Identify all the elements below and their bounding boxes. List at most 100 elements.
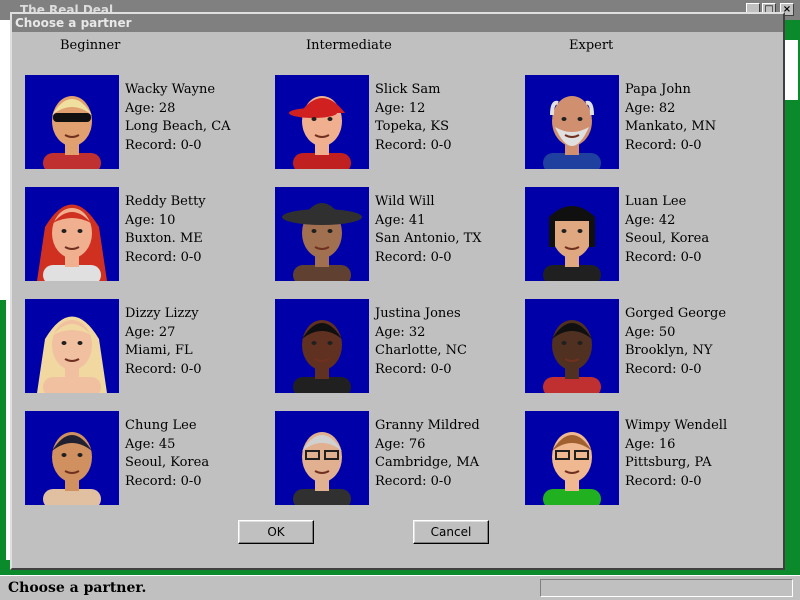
- table-felt-right: [784, 20, 800, 575]
- table-felt-left: [0, 300, 6, 570]
- partner-hometown: Brooklyn, NY: [625, 343, 713, 359]
- partner-portrait[interactable]: [275, 411, 369, 505]
- partner-name: Wild Will: [375, 194, 435, 209]
- partner-hometown: Cambridge, MA: [375, 455, 480, 471]
- partner-portrait[interactable]: [25, 299, 119, 393]
- cancel-button[interactable]: Cancel: [413, 520, 489, 544]
- partner-portrait[interactable]: [25, 187, 119, 281]
- partner-info: Wacky Wayne Age: 28 Long Beach, CA Record: …: [125, 81, 231, 156]
- partner-card[interactable]: Dizzy Lizzy Age: 27 Miami, FL Record: 0-0: [25, 299, 265, 395]
- portrait-image: [293, 432, 351, 505]
- portrait-image: [289, 96, 351, 169]
- partner-card[interactable]: Wacky Wayne Age: 28 Long Beach, CA Record: …: [25, 75, 265, 171]
- partner-age: Age: 76: [375, 436, 426, 452]
- partner-info: Chung Lee Age: 45 Seoul, Korea Record: 0-0: [125, 417, 209, 492]
- choose-partner-dialog: Choose a partner Beginner Intermediate E…: [10, 12, 785, 570]
- portrait-image: [43, 96, 101, 169]
- partner-name: Reddy Betty: [125, 194, 206, 209]
- partner-record: Record: 0-0: [375, 250, 452, 266]
- level-header-beginner: Beginner: [60, 38, 121, 53]
- partner-portrait[interactable]: [275, 299, 369, 393]
- partner-portrait[interactable]: [525, 299, 619, 393]
- partner-card[interactable]: Justina Jones Age: 32 Charlotte, NC Record:…: [275, 299, 515, 395]
- partner-name: Slick Sam: [375, 82, 441, 97]
- partner-record: Record: 0-0: [125, 250, 202, 266]
- portrait-image: [293, 320, 351, 393]
- partner-age: Age: 10: [125, 212, 176, 228]
- partner-name: Justina Jones: [375, 306, 461, 321]
- partner-name: Wacky Wayne: [125, 82, 216, 97]
- partner-record: Record: 0-0: [125, 138, 202, 154]
- partner-age: Age: 12: [375, 100, 426, 116]
- partner-name: Wimpy Wendell: [625, 418, 728, 433]
- partner-name: Dizzy Lizzy: [125, 306, 199, 321]
- partner-info: Papa John Age: 82 Mankato, MN Record: 0-0: [625, 81, 716, 156]
- level-header-expert: Expert: [569, 38, 614, 53]
- portrait-image: [543, 432, 601, 505]
- partner-age: Age: 16: [625, 436, 676, 452]
- partner-info: Wild Will Age: 41 San Antonio, TX Record: 0…: [375, 193, 482, 268]
- partner-age: Age: 41: [375, 212, 426, 228]
- status-panel: [540, 579, 793, 597]
- partner-hometown: Pittsburg, PA: [625, 455, 712, 471]
- partner-hometown: Topeka, KS: [375, 119, 450, 135]
- partner-portrait[interactable]: [275, 187, 369, 281]
- partner-card[interactable]: Wimpy Wendell Age: 16 Pittsburg, PA Record:…: [525, 411, 765, 507]
- partner-name: Papa John: [625, 82, 691, 97]
- partner-hometown: Seoul, Korea: [625, 231, 710, 247]
- partner-hometown: San Antonio, TX: [375, 231, 482, 247]
- partner-info: Luan Lee Age: 42 Seoul, Korea Record: 0-0: [625, 193, 709, 268]
- partner-portrait[interactable]: [525, 187, 619, 281]
- partner-card[interactable]: Wild Will Age: 41 San Antonio, TX Record: 0…: [275, 187, 515, 283]
- partner-card[interactable]: Granny Mildred Age: 76 Cambridge, MA Record…: [275, 411, 515, 507]
- partner-portrait[interactable]: [25, 75, 119, 169]
- status-bar: Choose a partner.: [0, 575, 800, 600]
- partner-card[interactable]: Reddy Betty Age: 10 Buxton. ME Record: 0-0: [25, 187, 265, 283]
- ok-button[interactable]: OK: [238, 520, 314, 544]
- partner-age: Age: 28: [125, 100, 176, 116]
- portrait-image: [37, 316, 107, 393]
- partner-name: Luan Lee: [625, 194, 687, 209]
- partner-name: Gorged George: [625, 306, 727, 321]
- partner-age: Age: 50: [625, 324, 676, 340]
- card-edge-right: [784, 40, 798, 100]
- partner-portrait[interactable]: [275, 75, 369, 169]
- partner-record: Record: 0-0: [375, 362, 452, 378]
- partner-portrait[interactable]: [525, 75, 619, 169]
- dialog-title: Choose a partner: [12, 14, 783, 32]
- partner-record: Record: 0-0: [625, 250, 702, 266]
- partner-name: Chung Lee: [125, 418, 197, 433]
- portrait-image: [282, 203, 362, 281]
- partner-age: Age: 45: [125, 436, 176, 452]
- portrait-image: [543, 206, 601, 281]
- partner-age: Age: 82: [625, 100, 676, 116]
- portrait-image: [543, 320, 601, 393]
- partner-card[interactable]: Luan Lee Age: 42 Seoul, Korea Record: 0-0: [525, 187, 765, 283]
- partner-record: Record: 0-0: [375, 474, 452, 490]
- partner-card[interactable]: Papa John Age: 82 Mankato, MN Record: 0-0: [525, 75, 765, 171]
- status-text: Choose a partner.: [8, 580, 147, 596]
- partner-hometown: Mankato, MN: [625, 119, 717, 135]
- partner-hometown: Charlotte, NC: [375, 343, 467, 359]
- partner-hometown: Seoul, Korea: [125, 455, 210, 471]
- partner-name: Granny Mildred: [375, 418, 480, 433]
- portrait-image: [543, 96, 601, 169]
- partner-record: Record: 0-0: [625, 474, 702, 490]
- partner-info: Gorged George Age: 50 Brooklyn, NY Record: …: [625, 305, 726, 380]
- partner-card[interactable]: Slick Sam Age: 12 Topeka, KS Record: 0-0: [275, 75, 515, 171]
- partner-card[interactable]: Chung Lee Age: 45 Seoul, Korea Record: 0-0: [25, 411, 265, 507]
- partner-age: Age: 27: [125, 324, 176, 340]
- partner-hometown: Long Beach, CA: [125, 119, 231, 135]
- partner-record: Record: 0-0: [375, 138, 452, 154]
- partner-card[interactable]: Gorged George Age: 50 Brooklyn, NY Record: …: [525, 299, 765, 395]
- partner-age: Age: 42: [625, 212, 676, 228]
- partner-hometown: Buxton. ME: [125, 231, 203, 247]
- partner-portrait[interactable]: [25, 411, 119, 505]
- partner-info: Granny Mildred Age: 76 Cambridge, MA Record…: [375, 417, 480, 492]
- portrait-image: [43, 432, 101, 505]
- level-header-intermediate: Intermediate: [306, 38, 392, 53]
- portrait-image: [37, 204, 107, 281]
- partner-portrait[interactable]: [525, 411, 619, 505]
- partner-info: Wimpy Wendell Age: 16 Pittsburg, PA Record:…: [625, 417, 727, 492]
- partner-info: Slick Sam Age: 12 Topeka, KS Record: 0-0: [375, 81, 452, 156]
